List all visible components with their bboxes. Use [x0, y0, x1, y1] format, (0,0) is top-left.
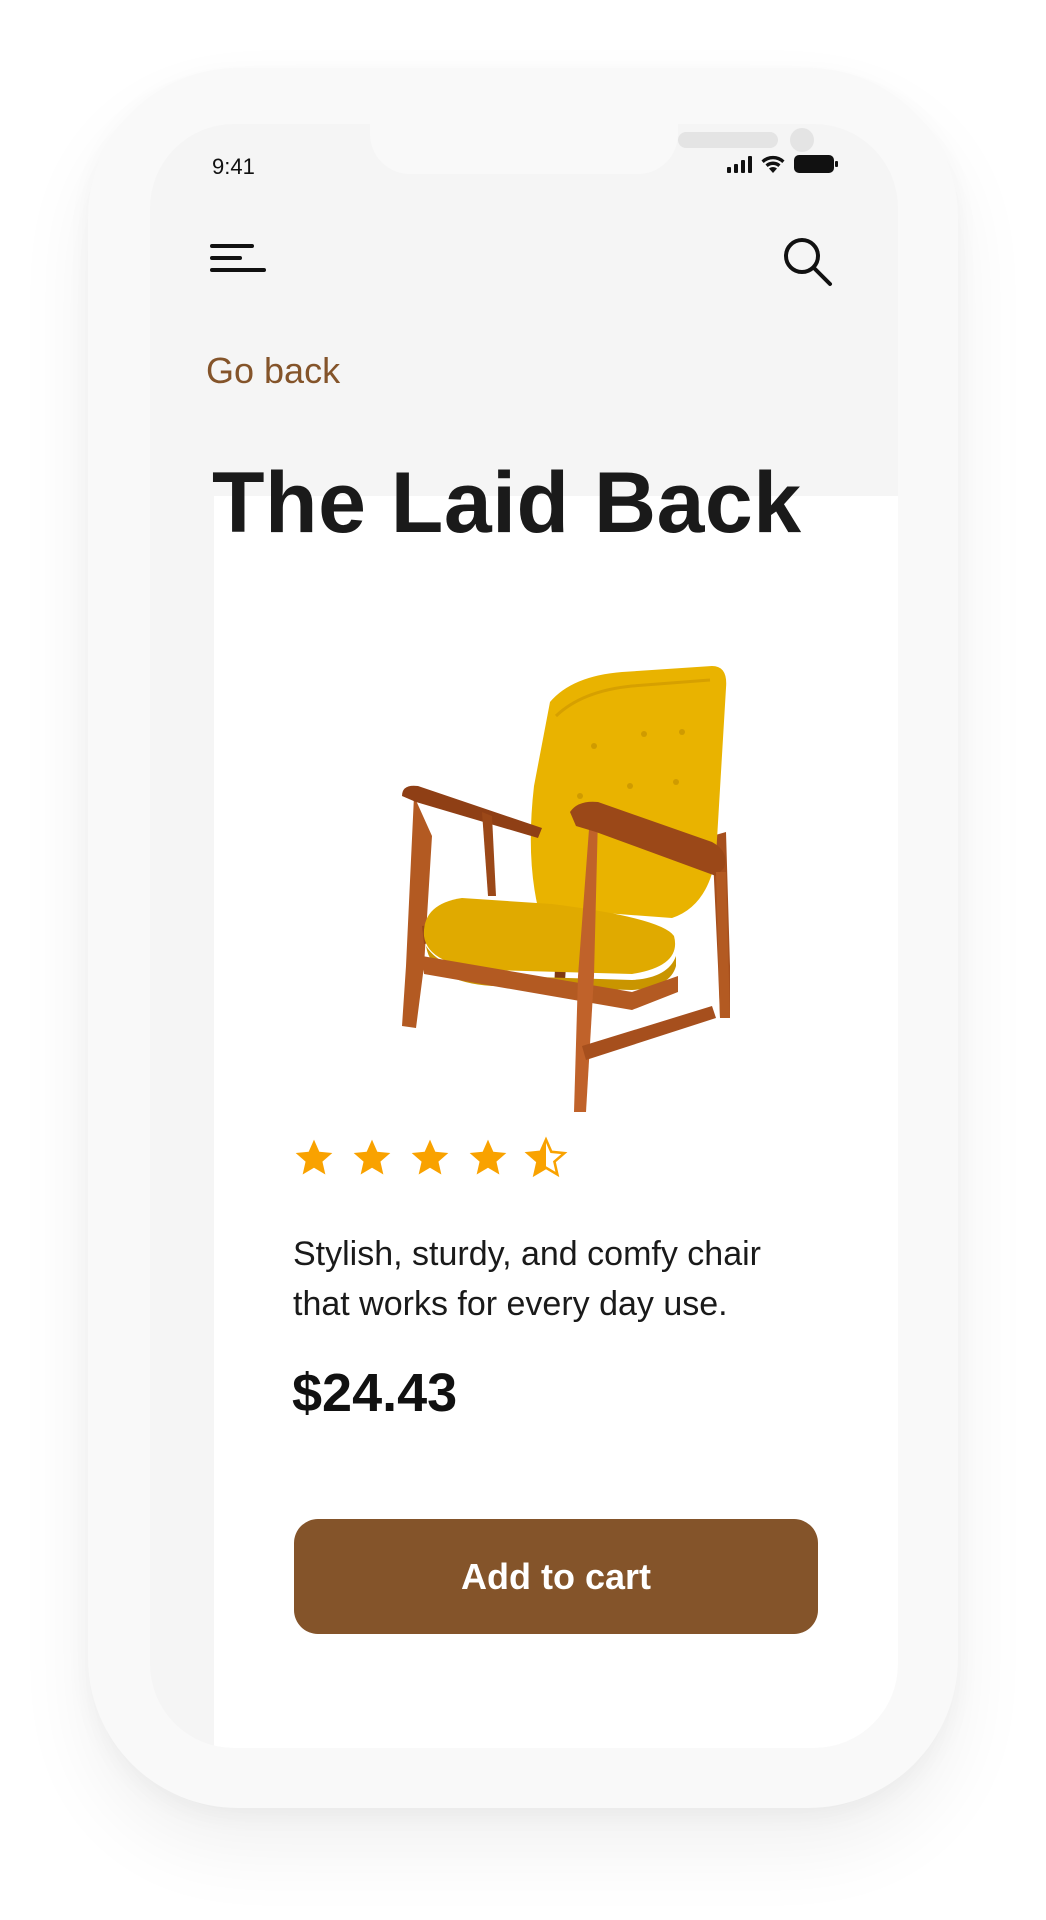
front-camera: [790, 128, 814, 152]
go-back-link[interactable]: Go back: [206, 350, 340, 392]
product-description: Stylish, sturdy, and comfy chair that wo…: [293, 1235, 761, 1323]
star-rating: [292, 1136, 568, 1180]
yellow-armchair-image: [402, 666, 730, 1112]
star-half-icon: [524, 1136, 568, 1178]
star-full-icon: [295, 1139, 333, 1175]
status-time: 9:41: [212, 154, 255, 179]
battery-icon: [794, 155, 838, 173]
status-icons: [727, 154, 838, 174]
speaker-grille: [678, 132, 778, 148]
app-screen: 9:41 Go back The Laid Back Stylish, stur…: [150, 124, 898, 1748]
cellular-signal-icon: [727, 155, 752, 173]
hamburger-menu-icon[interactable]: [210, 238, 266, 278]
star-full-icon: [411, 1139, 449, 1175]
device-notch: [370, 124, 814, 174]
star-full-icon: [353, 1139, 391, 1175]
add-to-cart-button[interactable]: Add to cart: [294, 1519, 818, 1634]
search-icon[interactable]: [780, 234, 834, 288]
product-title: The Laid Back: [212, 455, 802, 551]
product-price: $24.43: [292, 1363, 458, 1423]
star-full-icon: [469, 1139, 507, 1175]
wifi-icon: [761, 155, 785, 173]
